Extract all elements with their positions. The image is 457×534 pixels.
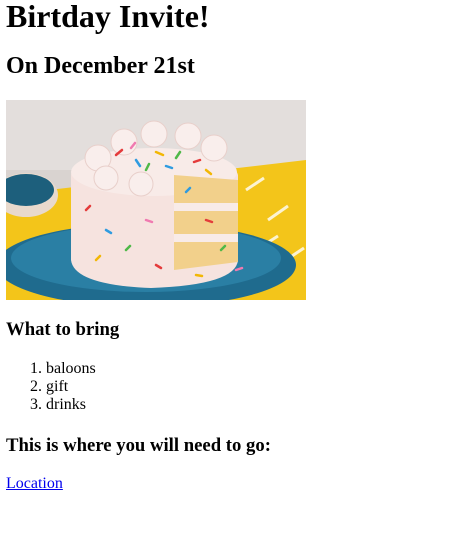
page: Birtday Invite! On December 21st What to… [0, 0, 457, 493]
bring-heading: What to bring [6, 319, 120, 340]
cake-image [6, 100, 306, 300]
page-title: Birtday Invite! [6, 0, 210, 34]
event-date: On December 21st [6, 53, 195, 79]
where-heading: This is where you will need to go: [6, 435, 271, 456]
list-item: baloons [46, 360, 451, 378]
bring-list: baloons gift drinks [6, 360, 451, 414]
list-item: drinks [46, 396, 451, 414]
location-link[interactable]: Location [6, 475, 63, 493]
list-item: gift [46, 378, 451, 396]
